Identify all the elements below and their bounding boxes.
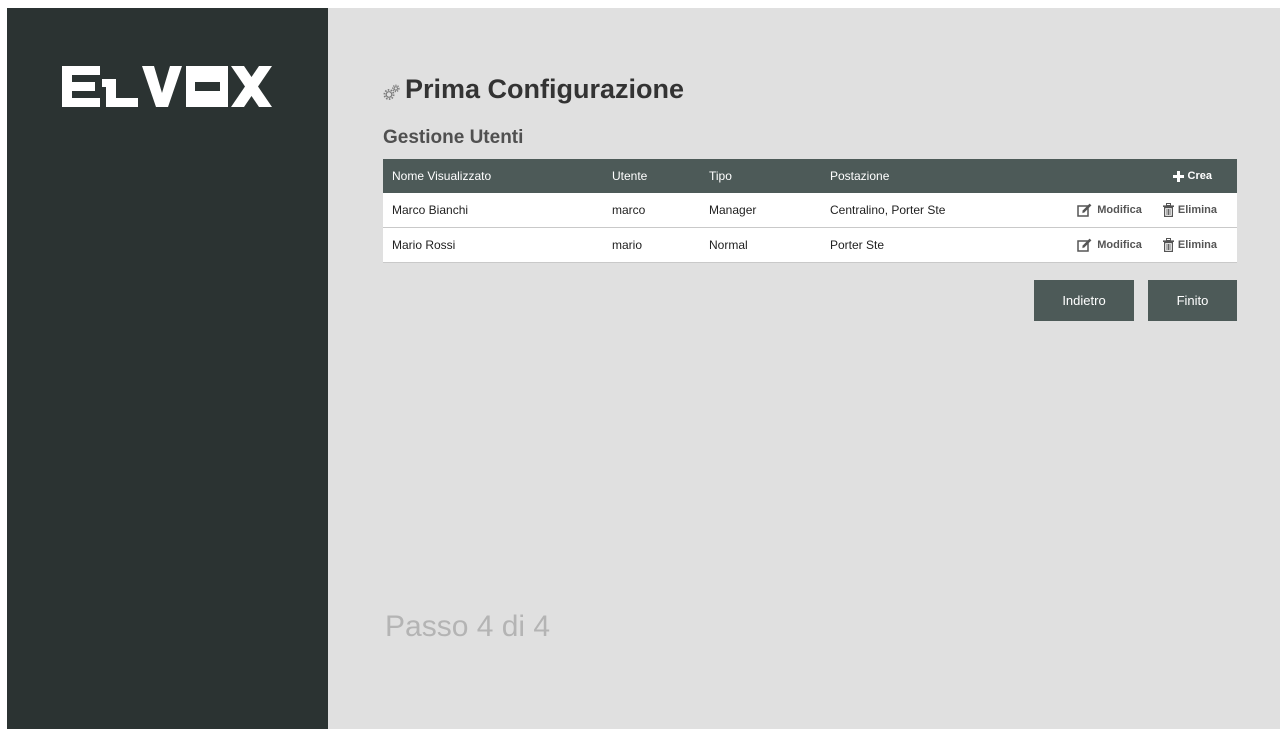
app-window: Prima Configurazione Gestione Utenti Nom… — [7, 8, 1280, 729]
delete-user-button[interactable]: Elimina — [1162, 203, 1217, 217]
gears-icon — [383, 84, 400, 100]
edit-icon — [1077, 238, 1092, 252]
delete-user-button[interactable]: Elimina — [1162, 238, 1217, 252]
back-button[interactable]: Indietro — [1034, 280, 1134, 321]
sidebar — [7, 8, 328, 729]
plus-icon — [1172, 170, 1184, 182]
page-title: Prima Configurazione — [405, 74, 685, 104]
cell-username: marco — [612, 203, 646, 217]
column-header-display-name: Nome Visualizzato — [392, 169, 492, 183]
column-header-station: Postazione — [830, 169, 890, 183]
delete-user-label: Elimina — [1177, 239, 1217, 251]
step-indicator: Passo 4 di 4 — [385, 610, 551, 643]
row-actions: Modifica Elimina — [1061, 238, 1237, 252]
table-header: Nome Visualizzato Utente Tipo Postazione… — [383, 159, 1237, 193]
column-header-actions: Crea — [1061, 170, 1237, 182]
cell-display-name: Marco Bianchi — [392, 203, 469, 217]
row-actions: Modifica Elimina — [1061, 203, 1237, 217]
column-header-username: Utente — [612, 169, 648, 183]
create-user-button[interactable]: Crea — [1172, 170, 1212, 182]
cell-display-name: Mario Rossi — [392, 238, 456, 252]
main-content: Prima Configurazione Gestione Utenti Nom… — [328, 8, 1280, 729]
column-header-type: Tipo — [709, 169, 732, 183]
delete-user-label: Elimina — [1177, 204, 1217, 216]
edit-icon — [1077, 203, 1092, 217]
section-title: Gestione Utenti — [383, 127, 524, 148]
edit-user-button[interactable]: Modifica — [1077, 203, 1142, 217]
cell-station: Centralino, Porter Ste — [830, 203, 946, 217]
edit-user-label: Modifica — [1097, 204, 1142, 216]
table-row: Marco Bianchi marco Manager Centralino, … — [383, 193, 1237, 228]
cell-username: mario — [612, 238, 643, 252]
brand-logo — [62, 66, 272, 107]
table-row: Mario Rossi mario Normal Porter Ste Modi… — [383, 228, 1237, 263]
trash-icon — [1162, 203, 1174, 217]
cell-type: Manager — [709, 203, 757, 217]
create-user-label: Crea — [1187, 170, 1212, 182]
edit-user-button[interactable]: Modifica — [1077, 238, 1142, 252]
cell-type: Normal — [709, 238, 748, 252]
users-table: Nome Visualizzato Utente Tipo Postazione… — [383, 159, 1237, 263]
cell-station: Porter Ste — [830, 238, 885, 252]
edit-user-label: Modifica — [1097, 239, 1142, 251]
trash-icon — [1162, 238, 1174, 252]
finish-button[interactable]: Finito — [1148, 280, 1237, 321]
